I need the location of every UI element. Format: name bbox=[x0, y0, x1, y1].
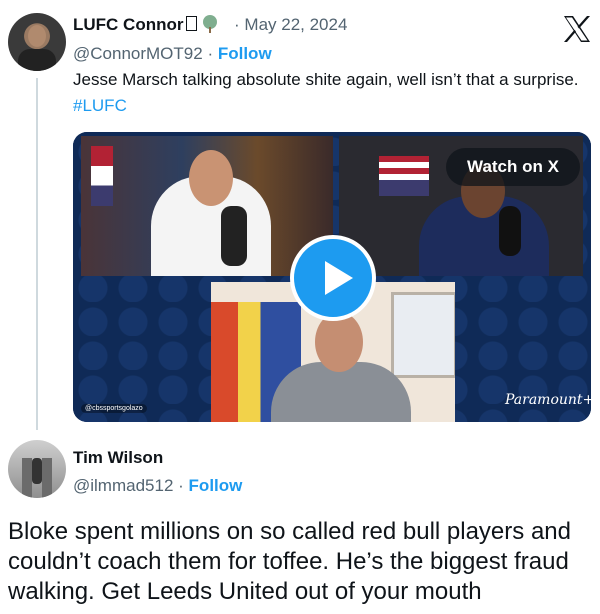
window bbox=[391, 292, 455, 378]
avatar-lufc-connor[interactable] bbox=[8, 13, 66, 71]
author-handle[interactable]: @ConnorMOT92 bbox=[73, 44, 203, 63]
follow-button[interactable]: Follow bbox=[218, 44, 272, 63]
tweet-body: Jesse Marsch talking absolute shite agai… bbox=[73, 70, 579, 89]
reply-follow-button[interactable]: Follow bbox=[189, 476, 243, 495]
avatar-head bbox=[28, 25, 46, 47]
avatar-post bbox=[42, 458, 52, 498]
tree-emoji-icon bbox=[203, 15, 218, 33]
tweet-date-row: · May 22, 2024 bbox=[234, 15, 347, 35]
play-icon bbox=[325, 261, 353, 295]
watch-on-x-button[interactable]: Watch on X bbox=[446, 148, 580, 186]
guest-face bbox=[315, 312, 363, 372]
play-button[interactable] bbox=[290, 235, 376, 321]
avatar-post bbox=[22, 458, 32, 498]
avatar-tim-wilson[interactable] bbox=[8, 440, 66, 498]
us-flag-decor bbox=[379, 156, 429, 196]
paramount-watermark: Paramount+ bbox=[505, 392, 591, 408]
avatar-figure bbox=[32, 458, 42, 484]
hashtag-link[interactable]: #LUFC bbox=[73, 96, 127, 115]
separator-dot: · bbox=[178, 476, 184, 495]
reply-handle-row: @ilmmad512 · Follow bbox=[73, 476, 242, 496]
emoji-placeholder-icon bbox=[186, 16, 198, 31]
avatar-torso bbox=[18, 49, 56, 71]
thread-line bbox=[36, 78, 38, 430]
handle-row: @ConnorMOT92 · Follow bbox=[73, 44, 272, 64]
separator-dot: · bbox=[207, 44, 214, 63]
reply-text: Bloke spent millions on so called red bu… bbox=[8, 518, 571, 605]
microphone bbox=[499, 206, 521, 256]
usa-soccer-banner bbox=[91, 146, 113, 206]
tweet-date[interactable]: May 22, 2024 bbox=[244, 15, 347, 34]
x-logo-icon[interactable] bbox=[562, 15, 592, 43]
channel-tag: @cbssportsgolazo bbox=[81, 404, 147, 413]
reply-handle[interactable]: @ilmmad512 bbox=[73, 476, 173, 495]
author-name-row[interactable]: LUFC Connor bbox=[73, 14, 220, 35]
author-name[interactable]: LUFC Connor bbox=[73, 15, 183, 34]
host-face bbox=[189, 150, 233, 206]
microphone bbox=[221, 206, 247, 266]
tweet-text: Jesse Marsch talking absolute shite agai… bbox=[73, 67, 583, 119]
reply-author-name[interactable]: Tim Wilson bbox=[73, 448, 163, 468]
video-player[interactable]: Watch on X @cbssportsgolazo Paramount+ bbox=[73, 132, 591, 422]
separator-dot: · bbox=[234, 15, 240, 34]
